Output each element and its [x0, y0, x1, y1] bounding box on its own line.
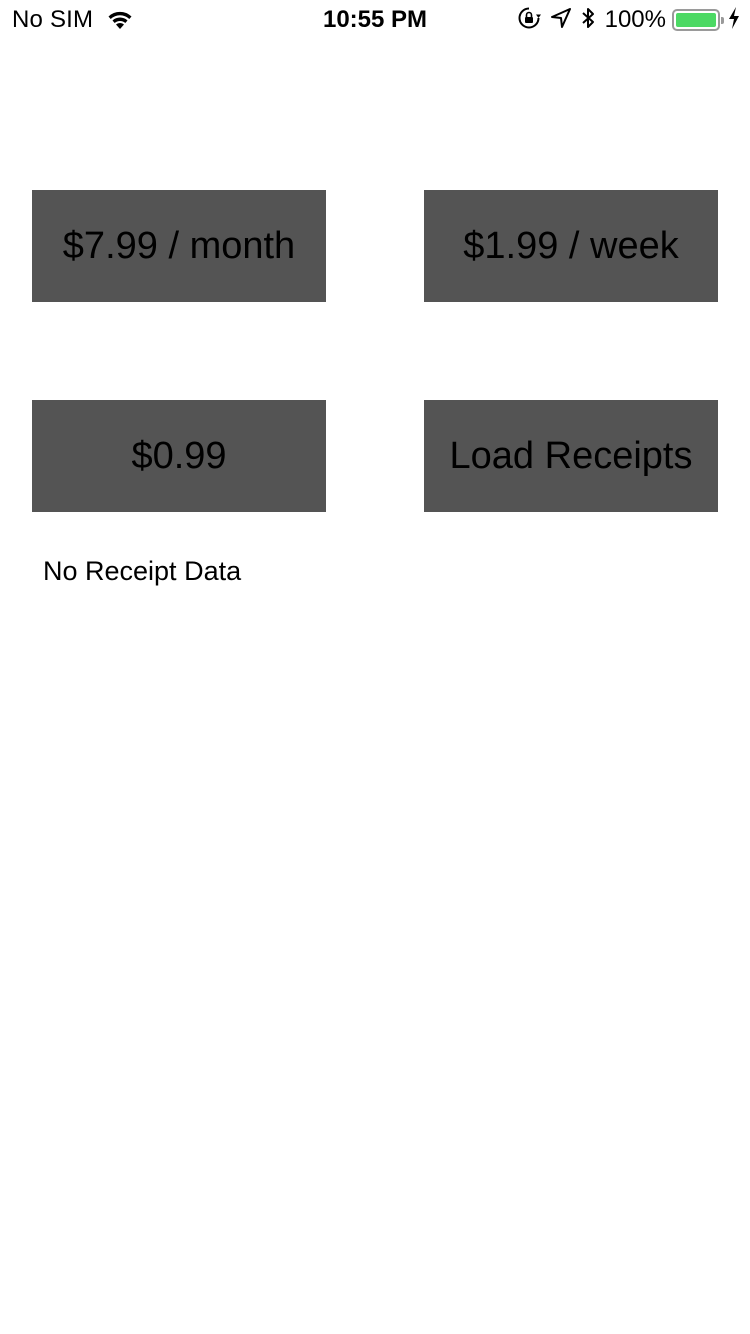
battery-percent: 100% — [604, 6, 666, 33]
single-purchase-button[interactable]: $0.99 — [32, 400, 326, 512]
app-screen: No SIM 10:55 PM 100% $7.99 / month $1.99… — [0, 0, 750, 1334]
load-receipts-button[interactable]: Load Receipts — [424, 400, 718, 512]
status-bar: No SIM 10:55 PM 100% — [0, 0, 750, 40]
battery-nub — [721, 17, 724, 24]
battery-fill — [676, 13, 716, 27]
status-right: 100% — [517, 6, 740, 34]
battery-icon — [672, 9, 724, 31]
receipt-status-label: No Receipt Data — [43, 556, 242, 586]
location-arrow-icon — [550, 7, 571, 33]
monthly-subscription-button[interactable]: $7.99 / month — [32, 190, 326, 302]
orientation-lock-icon — [517, 6, 541, 35]
bluetooth-icon — [581, 6, 595, 35]
weekly-subscription-button[interactable]: $1.99 / week — [424, 190, 718, 302]
charging-bolt-icon — [728, 6, 740, 34]
